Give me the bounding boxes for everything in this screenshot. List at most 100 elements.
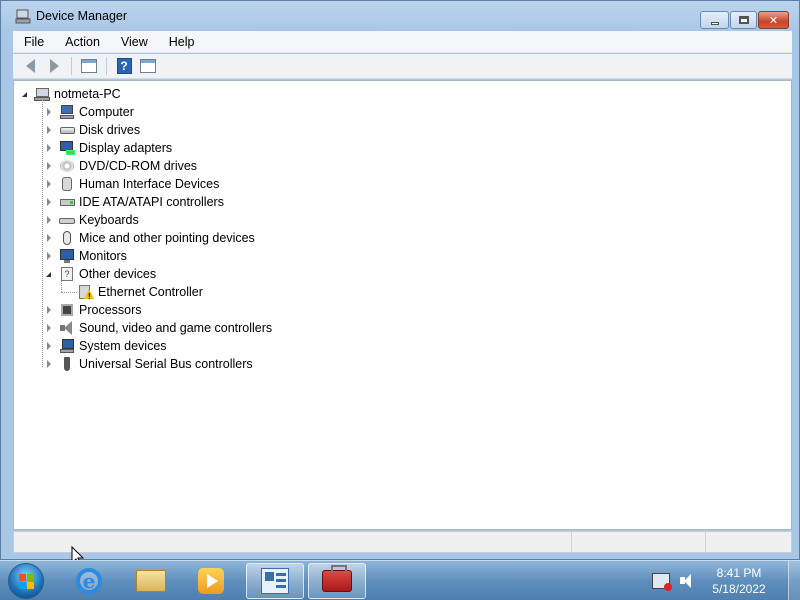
taskbar-internet-explorer[interactable]: e xyxy=(60,563,118,599)
tree-item-label: Monitors xyxy=(79,249,127,263)
tree-item-system-devices[interactable]: System devices xyxy=(44,337,167,355)
keyboard-icon xyxy=(59,212,75,228)
expand-icon[interactable] xyxy=(44,162,55,174)
tree-item-label: Computer xyxy=(79,105,134,119)
tree-item-label: Processors xyxy=(79,303,142,317)
forward-button[interactable] xyxy=(43,56,65,76)
device-tree-pane[interactable]: notmeta-PC Computer Disk drives Display … xyxy=(13,80,792,530)
close-icon: ✕ xyxy=(768,14,779,27)
properties-button[interactable] xyxy=(137,56,159,76)
maximize-icon xyxy=(738,16,749,24)
window-title: Device Manager xyxy=(36,9,128,23)
taskbar-windows-explorer[interactable] xyxy=(122,563,180,599)
status-bar xyxy=(13,531,792,553)
computer-icon xyxy=(59,104,75,120)
taskbar-media-player[interactable] xyxy=(182,563,240,599)
status-segment xyxy=(706,532,791,552)
expand-icon[interactable] xyxy=(44,252,55,264)
tree-item-label: Human Interface Devices xyxy=(79,177,220,191)
menu-view[interactable]: View xyxy=(110,35,158,49)
tree-item-sound-controllers[interactable]: Sound, video and game controllers xyxy=(44,319,272,337)
show-hide-console-tree-button[interactable] xyxy=(78,56,100,76)
collapse-icon[interactable] xyxy=(20,90,29,99)
disk-drive-icon xyxy=(59,122,75,138)
expand-icon[interactable] xyxy=(44,198,55,210)
expand-icon[interactable] xyxy=(44,108,55,120)
expand-icon[interactable] xyxy=(44,360,55,372)
toolbar-separator xyxy=(106,57,107,75)
tree-item-disk-drives[interactable]: Disk drives xyxy=(44,121,140,139)
tree-item-label: DVD/CD-ROM drives xyxy=(79,159,198,173)
processor-icon xyxy=(59,302,75,318)
tree-item-label: Other devices xyxy=(79,267,157,281)
tree-item-keyboards[interactable]: Keyboards xyxy=(44,211,139,229)
back-button[interactable] xyxy=(19,56,41,76)
tree-item-other-devices[interactable]: ? Other devices xyxy=(44,265,156,283)
back-icon xyxy=(25,59,35,73)
tree-item-label: Disk drives xyxy=(79,123,141,137)
expand-icon[interactable] xyxy=(44,216,55,228)
expand-icon[interactable] xyxy=(44,234,55,246)
tree-item-label: Ethernet Controller xyxy=(98,285,203,299)
ide-controller-icon xyxy=(59,194,75,210)
help-button[interactable]: ? xyxy=(113,56,135,76)
tree-item-hid[interactable]: Human Interface Devices xyxy=(44,175,219,193)
toolbar-separator xyxy=(71,57,72,75)
show-desktop-button[interactable] xyxy=(788,561,800,600)
status-segment xyxy=(14,532,572,552)
show-hide-console-tree-icon xyxy=(81,59,97,73)
minimize-button[interactable] xyxy=(700,11,729,29)
tree-item-display-adapters[interactable]: Display adapters xyxy=(44,139,172,157)
taskbar-device-manager[interactable] xyxy=(246,563,304,599)
usb-icon xyxy=(59,356,75,372)
network-icon[interactable] xyxy=(652,573,672,591)
close-button[interactable]: ✕ xyxy=(758,11,789,29)
media-player-icon xyxy=(198,568,224,594)
expand-icon[interactable] xyxy=(44,342,55,354)
warning-device-icon: ! xyxy=(78,284,94,301)
collapse-icon[interactable] xyxy=(44,270,53,279)
tree-item-label: IDE ATA/ATAPI controllers xyxy=(79,195,224,209)
windows-explorer-icon xyxy=(136,570,166,592)
tree-item-ide-controllers[interactable]: IDE ATA/ATAPI controllers xyxy=(44,193,224,211)
tree-root[interactable]: notmeta-PC xyxy=(20,85,121,103)
tree-item-computer[interactable]: Computer xyxy=(44,103,134,121)
tree-item-label: Sound, video and game controllers xyxy=(79,321,273,335)
tree-item-label: System devices xyxy=(79,339,167,353)
tree-item-mice[interactable]: Mice and other pointing devices xyxy=(44,229,255,247)
device-manager-icon xyxy=(261,568,289,594)
expand-icon[interactable] xyxy=(44,306,55,318)
tree-item-dvd-drives[interactable]: DVD/CD-ROM drives xyxy=(44,157,197,175)
tree-item-label: Keyboards xyxy=(79,213,139,227)
mouse-icon xyxy=(59,230,75,246)
maximize-button[interactable] xyxy=(730,11,757,29)
toolbar: ? xyxy=(13,54,792,79)
expand-icon[interactable] xyxy=(44,180,55,192)
expand-icon[interactable] xyxy=(44,126,55,138)
other-devices-icon: ? xyxy=(59,266,75,282)
system-tray: 8:41 PM 5/18/2022 xyxy=(652,561,800,600)
tree-item-usb-controllers[interactable]: Universal Serial Bus controllers xyxy=(44,355,253,373)
expand-icon[interactable] xyxy=(44,144,55,156)
tree-item-label: Mice and other pointing devices xyxy=(79,231,255,245)
expand-icon[interactable] xyxy=(44,324,55,336)
menu-help[interactable]: Help xyxy=(158,35,205,49)
system-devices-icon xyxy=(59,338,75,354)
title-bar[interactable]: Device Manager ✕ xyxy=(1,1,799,31)
tree-item-processors[interactable]: Processors xyxy=(44,301,142,319)
volume-icon[interactable] xyxy=(678,573,696,589)
tree-guide-line xyxy=(42,99,43,367)
menu-action[interactable]: Action xyxy=(54,35,110,49)
menu-file[interactable]: File xyxy=(13,35,54,49)
tree-item-ethernet-controller[interactable]: ! Ethernet Controller xyxy=(78,283,203,301)
tree-item-monitors[interactable]: Monitors xyxy=(44,247,127,265)
windows-logo-icon xyxy=(19,574,35,590)
taskbar-toolbox[interactable] xyxy=(308,563,366,599)
start-button[interactable] xyxy=(8,563,44,599)
properties-icon xyxy=(140,59,156,73)
display-adapter-icon xyxy=(59,140,75,156)
clock-time: 8:41 PM xyxy=(716,566,762,580)
help-icon: ? xyxy=(116,58,132,74)
clock[interactable]: 8:41 PM 5/18/2022 xyxy=(704,565,774,597)
dvd-drive-icon xyxy=(59,158,75,174)
